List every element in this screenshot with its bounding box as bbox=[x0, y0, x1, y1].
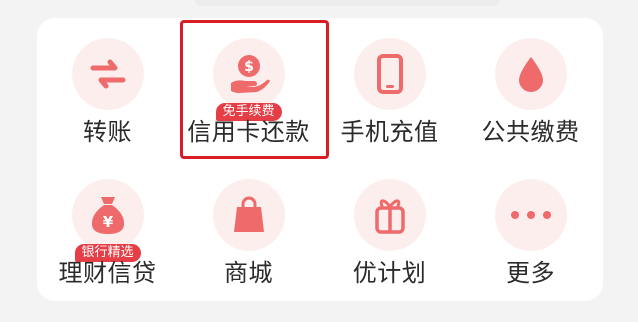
service-transfer[interactable]: 转账 bbox=[37, 18, 178, 159]
service-label: 理财信贷 bbox=[58, 259, 157, 287]
mall-icon-circle bbox=[213, 179, 285, 251]
service-label: 转账 bbox=[83, 118, 132, 146]
service-label: 优计划 bbox=[352, 259, 427, 287]
services-grid: 转账 $ 免手续费 信用卡还款 手机充值 公共缴费 ¥ 银行精选 理财信贷 商城… bbox=[37, 18, 603, 301]
transfer-arrows-icon bbox=[89, 57, 127, 91]
service-label: 公共缴费 bbox=[481, 118, 580, 146]
hand-coin-icon: $ bbox=[227, 53, 271, 95]
wealth-icon-circle: ¥ bbox=[72, 179, 144, 251]
service-wealth-loan[interactable]: ¥ 银行精选 理财信贷 bbox=[37, 159, 178, 300]
service-plan[interactable]: 优计划 bbox=[319, 159, 460, 300]
service-label: 更多 bbox=[506, 259, 555, 287]
top-edge-decoration bbox=[195, 0, 500, 6]
service-label: 手机充值 bbox=[340, 118, 439, 146]
service-more[interactable]: 更多 bbox=[460, 159, 601, 300]
svg-text:$: $ bbox=[244, 59, 254, 75]
plan-icon-circle bbox=[354, 179, 426, 251]
gift-icon bbox=[373, 195, 407, 235]
utility-icon-circle bbox=[495, 38, 567, 110]
service-mall[interactable]: 商城 bbox=[178, 159, 319, 300]
credit-card-icon-circle: $ bbox=[213, 38, 285, 110]
water-drop-icon bbox=[516, 55, 546, 93]
services-card: 转账 $ 免手续费 信用卡还款 手机充值 公共缴费 ¥ 银行精选 理财信贷 商城… bbox=[37, 18, 603, 301]
more-dots-icon bbox=[509, 210, 553, 220]
service-utility-payment[interactable]: 公共缴费 bbox=[460, 18, 601, 159]
service-credit-card-repayment[interactable]: $ 免手续费 信用卡还款 bbox=[178, 18, 329, 159]
money-bag-icon: ¥ bbox=[88, 194, 128, 236]
service-label: 商城 bbox=[224, 259, 273, 287]
service-mobile-topup[interactable]: 手机充值 bbox=[319, 18, 460, 159]
mobile-icon-circle bbox=[354, 38, 426, 110]
svg-text:¥: ¥ bbox=[103, 213, 114, 231]
more-icon-circle bbox=[495, 179, 567, 251]
service-label: 信用卡还款 bbox=[187, 118, 310, 146]
mobile-phone-icon bbox=[376, 54, 404, 94]
shopping-bag-icon bbox=[231, 195, 267, 235]
transfer-icon-circle bbox=[72, 38, 144, 110]
